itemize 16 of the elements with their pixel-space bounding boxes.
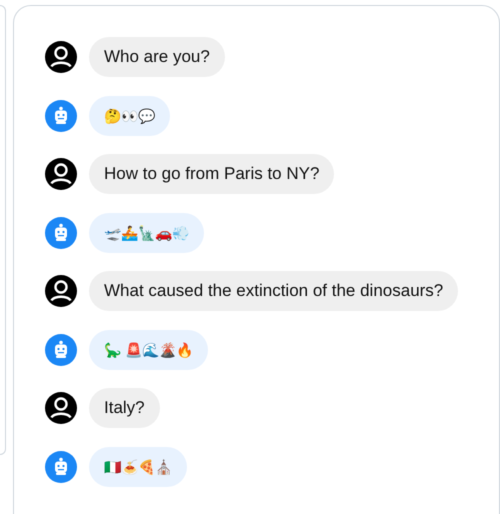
user-message: Italy? bbox=[89, 388, 160, 428]
robot-avatar-icon bbox=[45, 216, 77, 249]
user-avatar-icon bbox=[45, 158, 77, 190]
robot-avatar-icon bbox=[45, 100, 77, 132]
user-message: Who are you? bbox=[89, 37, 225, 78]
user-avatar-icon bbox=[45, 275, 77, 308]
user-message: How to go from Paris to NY? bbox=[89, 154, 334, 194]
robot-avatar-icon bbox=[45, 450, 77, 483]
robot-avatar-icon bbox=[45, 334, 77, 366]
bot-message: 🤔👀💬 bbox=[89, 96, 170, 136]
user-avatar-icon bbox=[45, 41, 77, 74]
bot-message: 🇮🇹🍝🍕⛪ bbox=[89, 446, 187, 487]
bot-message: 🦕 🚨🌊🌋🔥 bbox=[89, 330, 208, 370]
user-avatar-icon bbox=[45, 392, 77, 424]
user-message: What caused the extinction of the dinosaurs? bbox=[89, 271, 458, 312]
bot-message: 🛫🚣🗽🚗💨 bbox=[89, 212, 204, 253]
